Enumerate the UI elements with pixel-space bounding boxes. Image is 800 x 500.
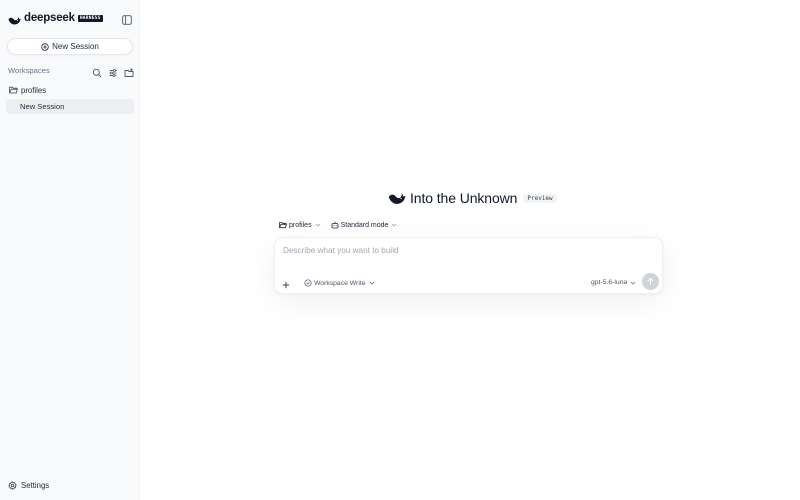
chevron-down-icon [391,222,397,228]
workspaces-title: Workspaces [8,65,50,75]
brand-badge: HARNESS [77,14,103,22]
brand: deepseek HARNESS [8,10,134,26]
sidebar: deepseek HARNESS New Session Workspaces [0,0,140,500]
arrow-up-icon [646,273,655,291]
chevron-down-icon [369,280,375,286]
session-item-new-session[interactable]: New Session [6,99,134,114]
permission-mode-label: Workspace Write [314,279,366,287]
robot-icon [331,221,339,229]
new-session-label: New Session [52,42,99,51]
filter-icon[interactable] [108,65,118,77]
settings-label: Settings [21,480,50,490]
send-button[interactable] [642,273,659,290]
model-select[interactable]: gpt-5.6-luna [591,279,636,286]
settings-button[interactable]: Settings [8,479,49,491]
plus-circle-icon [41,42,49,51]
main-area: Into the Unknown Preview profiles Standa… [141,0,800,500]
chevron-down-icon [315,222,321,228]
folder-open-icon [279,221,287,229]
prompt-input[interactable] [283,244,653,256]
search-icon[interactable] [92,65,102,78]
workspace-selector-label: profiles [289,221,312,229]
preview-badge: Preview [523,193,557,203]
plus-icon[interactable] [281,277,291,289]
model-label: gpt-5.6-luna [591,279,628,286]
new-session-button[interactable]: New Session [7,38,133,55]
workspace-item-profiles[interactable]: profiles [9,84,46,96]
whale-logo-icon [8,13,21,24]
hero-header: Into the Unknown Preview [388,188,557,208]
shield-icon [304,279,312,287]
add-folder-icon[interactable] [124,65,134,77]
selector-row: profiles Standard mode [279,219,397,231]
brand-name: deepseek [24,12,75,24]
workspace-selector[interactable]: profiles [279,221,321,229]
folder-open-icon [9,86,18,94]
mode-selector[interactable]: Standard mode [331,221,398,229]
workspaces-header: Workspaces [8,64,134,78]
session-label: New Session [20,102,65,111]
sidebar-toggle-icon[interactable] [122,12,132,25]
chevron-down-icon [630,280,636,286]
composer: Workspace Write gpt-5.6-luna [274,237,663,294]
gear-icon [8,480,17,490]
hero-title: Into the Unknown [410,190,518,206]
mode-selector-label: Standard mode [340,221,389,229]
permission-mode-select[interactable]: Workspace Write [304,279,375,287]
workspace-name: profiles [21,85,47,95]
whale-logo-icon [388,191,406,206]
